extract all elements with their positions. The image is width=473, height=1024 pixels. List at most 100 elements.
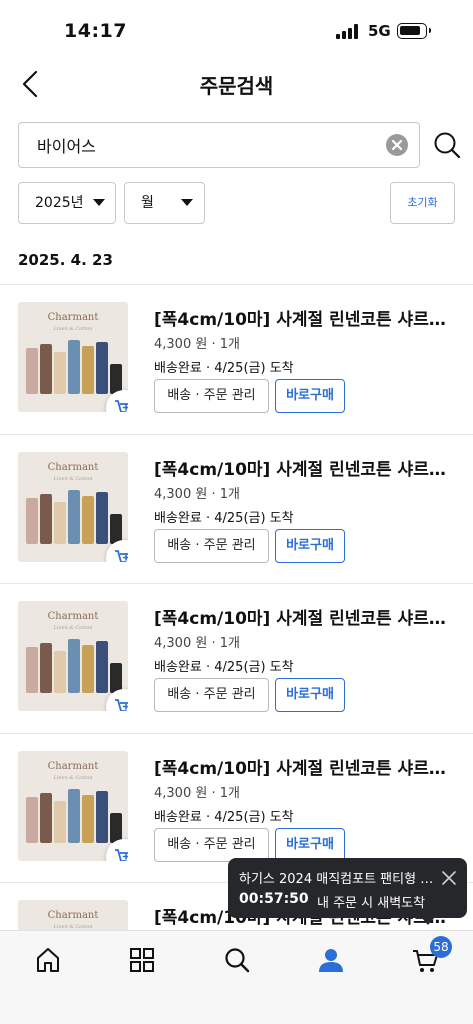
fabric-roll xyxy=(54,800,66,843)
product-title-highlight: [폭4cm/10마] xyxy=(154,609,271,629)
quantity: 1개 xyxy=(219,337,240,352)
fabric-roll xyxy=(96,790,108,843)
status-text: 배송완료 xyxy=(154,510,202,526)
add-to-cart-button[interactable] xyxy=(106,539,128,562)
buy-now-button[interactable]: 바로구매 xyxy=(275,827,345,862)
toast-pointer xyxy=(421,917,435,925)
toast-timer: 00:57:50 xyxy=(239,891,309,907)
product-image-sub: Linen & Cotton xyxy=(53,774,93,781)
status-text: 배송완료 xyxy=(154,809,202,825)
delivery-date: 4/25(금) 도착 xyxy=(214,660,294,675)
order-item: Charmant Linen & Cotton [폭4cm/10마] 사계절 린… xyxy=(0,435,473,584)
fabric-roll xyxy=(68,340,80,394)
product-image-sub: Linen & Cotton xyxy=(53,326,93,332)
product-image[interactable]: Charmant Linen & Cotton xyxy=(18,451,128,562)
price: 4,300 원 xyxy=(154,337,208,352)
tab-search[interactable] xyxy=(222,945,252,975)
delivery-date: 4/25(금) 도착 xyxy=(214,510,294,526)
buy-now-button[interactable]: 바로구매 xyxy=(275,528,345,563)
add-cart-icon xyxy=(115,699,128,711)
fabric-roll xyxy=(54,651,66,693)
year-select[interactable]: 2025년 xyxy=(18,182,116,224)
price: 4,300 원 xyxy=(154,785,208,801)
fabric-roll xyxy=(26,647,38,693)
fabric-roll xyxy=(82,794,94,843)
fabric-roll xyxy=(26,348,38,394)
month-select-value: 월 xyxy=(141,195,154,211)
delivery-date: 4/25(금) 도착 xyxy=(214,809,294,825)
clear-search-button[interactable] xyxy=(386,134,408,156)
order-list: Charmant Linen & Cotton [폭4cm/10마] 사계절 린… xyxy=(0,284,473,930)
user-icon xyxy=(319,949,343,972)
search-input[interactable] xyxy=(18,122,420,168)
product-title-rest: 사계절 린넨코튼 샤르망 바이어스 xyxy=(276,459,454,480)
signal-icon xyxy=(336,23,360,39)
toast-close-button[interactable] xyxy=(441,870,457,886)
date-group-label: 2025. 4. 23 xyxy=(18,251,113,269)
product-image-brand: Charmant xyxy=(47,312,99,323)
toast-subtext: 내 주문 시 새벽도착 xyxy=(317,896,426,911)
home-icon xyxy=(37,948,59,972)
add-to-cart-button[interactable] xyxy=(106,838,128,861)
product-image[interactable]: Charmant Linen & Cotton xyxy=(18,750,128,861)
fabric-roll xyxy=(54,501,66,544)
product-image[interactable]: Charmant Linen & Cotton xyxy=(18,302,128,412)
shipping-status: 배송완료 · 4/25(금) 도착 xyxy=(154,510,294,526)
month-select[interactable]: 월 xyxy=(124,182,205,224)
fabric-roll xyxy=(54,352,66,394)
add-cart-icon xyxy=(115,400,128,412)
toast-message: 하기스 2024 매직컴포트 팬티형 기저귀 xyxy=(239,872,435,887)
fabric-roll xyxy=(96,641,108,693)
manage-order-button[interactable]: 배송 · 주문 관리 xyxy=(154,528,269,563)
close-icon xyxy=(442,871,456,885)
add-cart-icon xyxy=(115,848,128,861)
fabric-roll xyxy=(96,342,108,394)
search-button[interactable] xyxy=(432,130,462,160)
product-title[interactable]: [폭4cm/10마] 사계절 린넨코튼 샤르망 바이어스 xyxy=(154,305,454,330)
product-title[interactable]: [폭4cm/10마] 사계절 린넨코튼 샤르망 바이어스 xyxy=(154,604,454,629)
add-to-cart-button[interactable] xyxy=(106,390,128,412)
quantity: 1개 xyxy=(219,785,240,801)
status-text: 배송완료 xyxy=(154,361,202,376)
nav-header: 주문검색 xyxy=(0,56,473,112)
delivery-date: 4/25(금) 도착 xyxy=(214,361,294,376)
manage-order-button[interactable]: 배송 · 주문 관리 xyxy=(154,827,269,862)
fabric-roll xyxy=(26,497,38,544)
promo-toast[interactable]: 하기스 2024 매직컴포트 팬티형 기저귀 00:57:50 내 주문 시 새… xyxy=(228,858,467,925)
manage-order-button[interactable]: 배송 · 주문 관리 xyxy=(154,379,269,413)
tab-my[interactable] xyxy=(316,945,346,975)
status-bar: 14:17 5G xyxy=(0,0,473,56)
tab-category[interactable] xyxy=(127,945,157,975)
fabric-roll xyxy=(40,792,52,843)
product-title[interactable]: [폭4cm/10마] 사계절 린넨코튼 샤르망 바이어스 xyxy=(154,754,454,779)
add-to-cart-button[interactable] xyxy=(106,689,128,711)
reset-button[interactable]: 초기화 xyxy=(390,182,455,224)
fabric-roll xyxy=(82,645,94,693)
battery-icon xyxy=(397,23,431,39)
shipping-status: 배송완료 · 4/25(금) 도착 xyxy=(154,660,294,675)
product-image[interactable]: Charmant Linen & Cotton xyxy=(18,900,128,930)
buy-now-button[interactable]: 바로구매 xyxy=(275,678,345,712)
product-image-brand: Charmant xyxy=(47,461,99,473)
manage-order-button[interactable]: 배송 · 주문 관리 xyxy=(154,678,269,712)
bottom-tab-bar xyxy=(0,930,473,1024)
price-qty: 4,300 원 · 1개 xyxy=(154,636,240,651)
search-bar xyxy=(18,122,463,168)
price: 4,300 원 xyxy=(154,486,208,502)
search-icon xyxy=(434,132,461,159)
shipping-status: 배송완료 · 4/25(금) 도착 xyxy=(154,361,294,376)
product-image-sub: Linen & Cotton xyxy=(53,625,93,631)
price-qty: 4,300 원 · 1개 xyxy=(154,785,240,801)
fabric-roll xyxy=(40,493,52,544)
product-image-sub: Linen & Cotton xyxy=(53,475,93,482)
tab-home[interactable] xyxy=(33,945,63,975)
product-title-highlight: [폭4cm/10마] xyxy=(154,310,271,330)
buy-now-button[interactable]: 바로구매 xyxy=(275,379,345,413)
fabric-roll xyxy=(82,346,94,394)
price-qty: 4,300 원 · 1개 xyxy=(154,337,240,352)
close-icon xyxy=(391,139,403,151)
product-image-brand: Charmant xyxy=(47,760,99,772)
page-title: 주문검색 xyxy=(199,74,274,98)
product-title[interactable]: [폭4cm/10마] 사계절 린넨코튼 샤르망 바이어스 xyxy=(154,455,454,480)
product-image[interactable]: Charmant Linen & Cotton xyxy=(18,601,128,711)
